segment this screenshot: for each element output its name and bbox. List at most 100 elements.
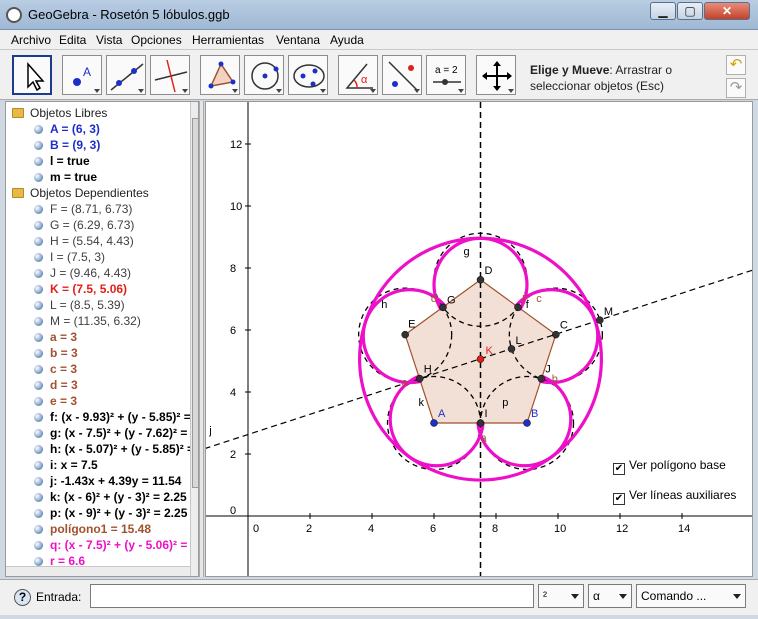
close-button[interactable]: ✕: [704, 2, 750, 20]
curve-label-p: p: [502, 397, 508, 409]
visibility-toggle-icon[interactable]: [34, 173, 43, 182]
point-label-l: L: [516, 335, 522, 347]
graphics-view[interactable]: 02468101214024681012ABCDEFGHIJKLMfghijkp…: [205, 101, 753, 577]
visibility-toggle-icon[interactable]: [34, 445, 43, 454]
visibility-toggle-icon[interactable]: [34, 429, 43, 438]
menu-herramientas[interactable]: Herramientas: [192, 33, 264, 47]
algebra-object-text: A = (6, 3): [50, 122, 100, 136]
visibility-toggle-icon[interactable]: [34, 477, 43, 486]
algebra-object-text: b = 3: [50, 346, 78, 360]
undo-button[interactable]: ↶: [726, 55, 746, 75]
curve-label-a: a: [481, 433, 488, 445]
algebra-object-text: q: (x - 7.5)² + (y - 5.06)² =: [50, 538, 188, 552]
view-splitter[interactable]: [199, 101, 204, 577]
x-tick-label: 10: [554, 523, 566, 535]
visibility-toggle-icon[interactable]: [34, 205, 43, 214]
point-label-h: H: [424, 364, 432, 376]
window-title: GeoGebra - Rosetón 5 lóbulos.ggb: [28, 7, 230, 22]
visibility-toggle-icon[interactable]: [34, 253, 43, 262]
algebra-object-text: e = 3: [50, 394, 78, 408]
point-a: [430, 419, 438, 427]
visibility-toggle-icon[interactable]: [34, 557, 43, 566]
visibility-toggle-icon[interactable]: [34, 221, 43, 230]
checkbox-aux-label: Ver líneas auxiliares: [629, 488, 737, 502]
angle-tool-button[interactable]: α: [338, 55, 378, 95]
visibility-toggle-icon[interactable]: [34, 157, 43, 166]
visibility-toggle-icon[interactable]: [34, 141, 43, 150]
perpendicular-tool-button[interactable]: [150, 55, 190, 95]
tool-submenu-indicator: [414, 89, 420, 93]
exponent-combo[interactable]: ²: [538, 584, 584, 608]
visibility-toggle-icon[interactable]: [34, 509, 43, 518]
checkbox-polygon-label: Ver polígono base: [629, 458, 726, 472]
graphics-canvas[interactable]: 02468101214024681012ABCDEFGHIJKLMfghijkp…: [206, 102, 753, 577]
visibility-toggle-icon[interactable]: [34, 525, 43, 534]
input-field[interactable]: [90, 584, 534, 608]
tool-submenu-indicator: [138, 89, 144, 93]
visibility-toggle-icon[interactable]: [34, 413, 43, 422]
point-l: [507, 345, 516, 353]
menu-ayuda[interactable]: Ayuda: [330, 33, 364, 47]
tool-submenu-indicator: [458, 89, 464, 93]
minimize-button[interactable]: ▁: [650, 2, 676, 20]
point-i: [476, 419, 485, 427]
menu-archivo[interactable]: Archivo: [11, 33, 51, 47]
visibility-toggle-icon[interactable]: [34, 365, 43, 374]
point-tool-button[interactable]: A: [62, 55, 102, 95]
curve-label-f: f: [526, 299, 530, 311]
command-combo[interactable]: Comando ...: [636, 584, 746, 608]
visibility-toggle-icon[interactable]: [34, 397, 43, 406]
polygon-tool-button[interactable]: [200, 55, 240, 95]
line-tool-button[interactable]: [106, 55, 146, 95]
point-label-b: B: [531, 408, 538, 420]
visibility-toggle-icon[interactable]: [34, 541, 43, 550]
input-label: Entrada:: [36, 590, 82, 604]
algebra-horizontal-scrollbar[interactable]: [6, 566, 190, 576]
slider-tool-button[interactable]: a = 2: [426, 55, 466, 95]
reflect-tool-button[interactable]: [382, 55, 422, 95]
menu-edita[interactable]: Edita: [59, 33, 86, 47]
scrollbar-thumb[interactable]: [192, 118, 198, 488]
help-icon[interactable]: ?: [14, 589, 31, 606]
checkbox-aux-box[interactable]: ✔: [613, 493, 625, 505]
menu-vista[interactable]: Vista: [96, 33, 122, 47]
visibility-toggle-icon[interactable]: [34, 493, 43, 502]
algebra-object-text: K = (7.5, 5.06): [50, 282, 128, 296]
svg-text:A: A: [83, 65, 91, 79]
maximize-button[interactable]: ▢: [677, 2, 703, 20]
conic-tool-button[interactable]: [288, 55, 328, 95]
title-bar: GeoGebra - Rosetón 5 lóbulos.ggb ▁ ▢ ✕: [0, 0, 758, 30]
x-tick-label: 2: [306, 523, 312, 535]
svg-text:a = 2: a = 2: [435, 65, 458, 76]
visibility-toggle-icon[interactable]: [34, 285, 43, 294]
point-g: [439, 303, 447, 312]
visibility-toggle-icon[interactable]: [34, 317, 43, 326]
move-graphics-tool-button[interactable]: [476, 55, 516, 95]
menu-ventana[interactable]: Ventana: [276, 33, 320, 47]
checkbox-show-polygon[interactable]: ✔ Ver polígono base: [613, 458, 726, 475]
visibility-toggle-icon[interactable]: [34, 125, 43, 134]
visibility-toggle-icon[interactable]: [34, 301, 43, 310]
x-tick-label: 8: [492, 523, 498, 535]
point-label-c: C: [560, 320, 568, 332]
visibility-toggle-icon[interactable]: [34, 269, 43, 278]
symbol-combo[interactable]: α: [588, 584, 632, 608]
visibility-toggle-icon[interactable]: [34, 237, 43, 246]
input-bar: ? Entrada: ² α Comando ...: [0, 579, 758, 615]
menu-opciones[interactable]: Opciones: [131, 33, 182, 47]
curve-label-g: g: [463, 246, 469, 258]
visibility-toggle-icon[interactable]: [34, 333, 43, 342]
visibility-toggle-icon[interactable]: [34, 381, 43, 390]
algebra-vertical-scrollbar[interactable]: [190, 102, 198, 576]
move-tool-button[interactable]: [12, 55, 52, 95]
curve-label-b: b: [552, 374, 558, 386]
visibility-toggle-icon[interactable]: [34, 349, 43, 358]
visibility-toggle-icon[interactable]: [34, 461, 43, 470]
checkbox-polygon-box[interactable]: ✔: [613, 463, 625, 475]
circle-tool-button[interactable]: [244, 55, 284, 95]
redo-button[interactable]: ↷: [726, 78, 746, 98]
x-tick-label: 14: [678, 523, 690, 535]
checkbox-show-aux-lines[interactable]: ✔ Ver líneas auxiliares: [613, 488, 736, 505]
algebra-object-text: k: (x - 6)² + (y - 3)² = 2.25: [50, 490, 187, 504]
algebra-object-text: c = 3: [50, 362, 78, 376]
